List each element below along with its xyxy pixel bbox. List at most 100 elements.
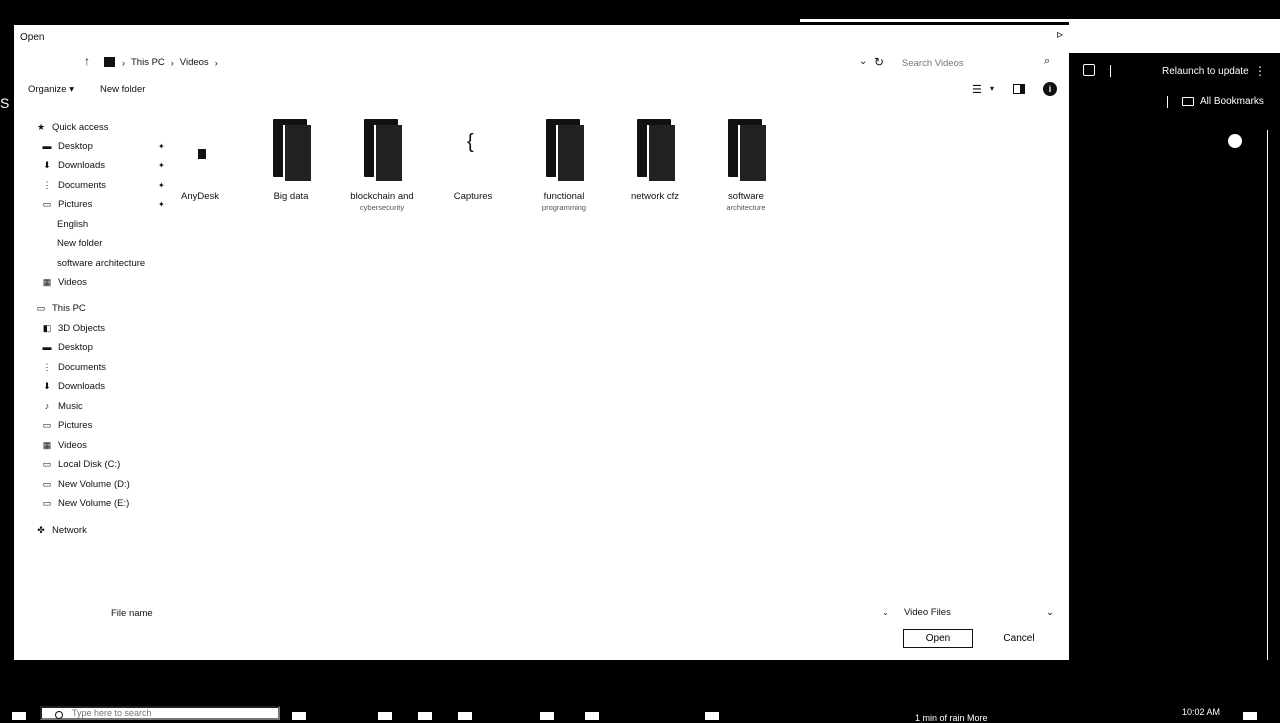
windows-start-icon[interactable] — [12, 712, 26, 720]
relaunch-button[interactable]: Relaunch to update — [1162, 66, 1249, 77]
file-label: network cfz — [630, 191, 680, 202]
nav-quick-documents[interactable]: ⋮ Documents ✦ — [40, 177, 170, 193]
search-input[interactable] — [902, 56, 1052, 71]
file-network-cfz[interactable]: network cfz — [615, 119, 695, 203]
close-button[interactable]: ▹ — [1053, 27, 1067, 43]
file-blockchain[interactable]: blockchain and cybersecurity — [342, 119, 422, 213]
file-label: blockchain and — [350, 191, 414, 202]
shortcut-icon — [178, 119, 222, 179]
nav-quick-videos[interactable]: ▦ Videos — [40, 274, 170, 290]
address-bar[interactable]: ↑ › This PC › Videos › ⌄ ↻ ⌕ — [14, 53, 1069, 73]
nav-pc-documents[interactable]: ⋮ Documents — [40, 359, 170, 375]
nav-network[interactable]: ✤ Network — [34, 522, 164, 538]
file-functional[interactable]: functional programming — [524, 119, 604, 213]
app-taskbar-icon[interactable] — [585, 712, 599, 720]
nav-label: New folder — [57, 237, 103, 249]
browser-taskbar-icon[interactable] — [378, 712, 392, 720]
weather-widget[interactable]: 1 min of rain More — [915, 713, 988, 723]
nav-pc-videos[interactable]: ▦ Videos — [40, 437, 170, 453]
desktop-icon: ▬ — [42, 342, 52, 352]
nav-pc-new-volume-d[interactable]: ▭ New Volume (D:) — [40, 476, 170, 492]
browser-menu-icon[interactable]: ⋮ — [1254, 64, 1266, 78]
extensions-icon[interactable] — [1083, 64, 1095, 76]
nav-label: Videos — [58, 439, 87, 451]
browser-address-bar[interactable] — [1069, 19, 1280, 53]
chevron-right-icon[interactable]: › — [215, 58, 218, 68]
computer-icon — [104, 57, 115, 67]
nav-pc-downloads[interactable]: ⬇ Downloads — [40, 378, 170, 394]
folder-icon — [269, 119, 313, 181]
file-type-value: Video Files — [904, 607, 951, 618]
file-sublabel: cybersecurity — [359, 203, 405, 212]
nav-pc-local-disk-c[interactable]: ▭ Local Disk (C:) — [40, 456, 170, 472]
clock[interactable]: 10:02 AM — [1182, 707, 1220, 717]
chevron-down-icon[interactable]: ⌄ — [859, 56, 867, 67]
picture-icon: ▭ — [42, 198, 52, 209]
file-label: functional — [543, 191, 585, 202]
file-software-architecture[interactable]: software architecture — [706, 119, 786, 213]
nav-quick-access[interactable]: ★ Quick access — [34, 119, 164, 135]
organize-label: Organize — [28, 84, 67, 95]
folder-icon — [1182, 97, 1194, 106]
file-anydesk[interactable]: AnyDesk — [160, 119, 240, 203]
nav-pc-desktop[interactable]: ▬ Desktop — [40, 339, 170, 355]
theme-icon[interactable] — [1228, 134, 1242, 148]
open-button[interactable]: Open — [903, 629, 973, 648]
nav-pc-new-volume-e[interactable]: ▭ New Volume (E:) — [40, 495, 170, 511]
task-view-icon[interactable] — [292, 712, 306, 720]
file-big-data[interactable]: Big data — [251, 119, 331, 203]
refresh-icon[interactable]: ↻ — [874, 55, 884, 69]
file-name-label: File name — [111, 608, 153, 619]
notification-icon[interactable] — [1243, 712, 1257, 720]
nav-label: Pictures — [58, 419, 93, 431]
nav-pc-pictures[interactable]: ▭ Pictures — [40, 417, 170, 433]
file-captures[interactable]: { Captures — [433, 119, 513, 203]
breadcrumb-videos[interactable]: Videos — [180, 57, 209, 68]
nav-label: Documents — [58, 361, 107, 373]
toolbar-divider — [1110, 65, 1111, 77]
nav-quick-new-folder[interactable]: New folder — [39, 235, 169, 251]
nav-label: New Volume (D:) — [58, 478, 130, 490]
file-label: Captures — [453, 191, 493, 202]
new-folder-button[interactable]: New folder — [100, 84, 145, 95]
file-type-select[interactable]: Video Files ⌄ — [904, 607, 1054, 623]
document-icon: ⋮ — [42, 179, 52, 190]
nav-quick-pictures[interactable]: ▭ Pictures ✦ — [40, 196, 170, 212]
up-arrow-icon[interactable]: ↑ — [84, 54, 90, 68]
cancel-button[interactable]: Cancel — [984, 629, 1054, 648]
chevron-down-icon[interactable]: ⌄ — [882, 608, 889, 617]
file-sublabel: programming — [541, 203, 587, 212]
app-taskbar-icon[interactable] — [540, 712, 554, 720]
network-icon: ✤ — [37, 524, 45, 535]
nav-pc-music[interactable]: ♪ Music — [40, 398, 170, 414]
nav-quick-english[interactable]: English — [39, 216, 169, 232]
help-icon[interactable]: i — [1043, 82, 1057, 96]
calendar-taskbar-icon[interactable] — [458, 712, 472, 720]
organize-button[interactable]: Organize ▾ — [28, 84, 74, 95]
nav-label: English — [57, 218, 89, 230]
file-label: software — [728, 191, 764, 202]
breadcrumb-this-pc[interactable]: This PC — [131, 57, 165, 68]
search-icon[interactable]: ⌕ — [1044, 55, 1050, 68]
nav-label: Downloads — [58, 380, 105, 392]
bookmark-divider — [1167, 96, 1168, 108]
nav-this-pc[interactable]: ▭ This PC — [34, 300, 164, 316]
all-bookmarks-button[interactable]: All Bookmarks — [1182, 96, 1264, 107]
nav-quick-software-architecture[interactable]: software architecture — [39, 255, 159, 271]
nav-label: Pictures — [58, 198, 93, 210]
desktop-icon: ▬ — [42, 141, 52, 151]
nav-pc-3d-objects[interactable]: ◧ 3D Objects — [40, 320, 170, 336]
nav-quick-desktop[interactable]: ▬ Desktop ✦ — [40, 138, 170, 154]
nav-quick-downloads[interactable]: ⬇ Downloads ✦ — [40, 157, 170, 173]
all-bookmarks-label: All Bookmarks — [1200, 96, 1264, 107]
nav-label: software architecture — [57, 257, 146, 269]
app-taskbar-icon[interactable] — [705, 712, 719, 720]
chevron-down-icon[interactable]: ▾ — [990, 84, 994, 93]
file-explorer-taskbar-icon[interactable] — [418, 712, 432, 720]
taskbar-search-input[interactable] — [40, 706, 280, 720]
nav-label: This PC — [52, 302, 86, 314]
preview-pane-icon[interactable] — [1013, 84, 1025, 94]
drive-icon: ▭ — [42, 458, 52, 469]
page-scrollbar[interactable] — [1267, 130, 1273, 660]
view-options-icon[interactable]: ☰ — [972, 83, 982, 96]
